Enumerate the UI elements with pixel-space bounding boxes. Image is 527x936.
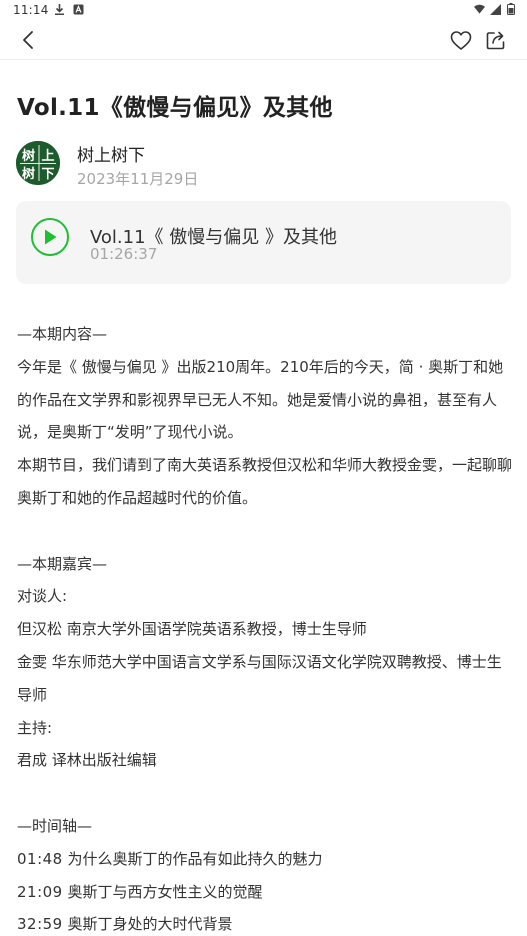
- author-avatar[interactable]: 树 上 树 下: [16, 141, 60, 185]
- heart-icon[interactable]: [450, 30, 472, 52]
- section-heading-contents: —本期内容—: [17, 325, 108, 343]
- svg-text:上: 上: [41, 149, 54, 164]
- svg-text:树: 树: [22, 166, 35, 182]
- wifi-icon: [474, 4, 485, 14]
- publish-date: 2023年11月29日: [77, 170, 199, 188]
- audio-player-card[interactable]: Vol.11《 傲慢与偏见 》及其他 01:26:37: [16, 201, 511, 284]
- battery-icon: [507, 3, 515, 15]
- timeline-timestamp[interactable]: 32:59: [17, 915, 63, 933]
- play-button[interactable]: [31, 218, 69, 256]
- intro-paragraph-2: 本期节目，我们请到了南大英语系教授但汉松和华师大教授金雯，一起聊聊奥斯丁和她的作…: [17, 456, 513, 507]
- timeline-timestamp[interactable]: 01:48: [17, 850, 63, 868]
- timeline-item: 01:48 为什么奥斯丁的作品有如此持久的魅力: [17, 843, 512, 876]
- timeline-item: 21:09 奥斯丁与西方女性主义的觉醒: [17, 876, 512, 909]
- guest-2: 金雯 华东师范大学中国语言文学系与国际汉语文化学院双聘教授、博士生导师: [17, 652, 502, 704]
- guests-label: 对谈人:: [17, 587, 68, 606]
- download-icon: [55, 4, 64, 15]
- a-notification-icon: [73, 4, 84, 15]
- episode-title: Vol.11《傲慢与偏见》及其他: [17, 95, 333, 121]
- intro-paragraph-1: 今年是《 傲慢与偏见 》出版210周年。210年后的今天，简 · 奥斯丁和她的作…: [17, 357, 504, 442]
- timeline-item: 32:59 奥斯丁身处的大时代背景: [17, 908, 512, 936]
- author-name[interactable]: 树上树下: [77, 141, 145, 166]
- back-arrow-icon[interactable]: [18, 29, 40, 51]
- guest-1: 但汉松 南京大学外国语学院英语系教授，博士生导师: [17, 620, 367, 639]
- signal-icon: [490, 4, 501, 15]
- episode-description: —本期内容— 今年是《 傲慢与偏见 》出版210周年。210年后的今天，简 · …: [17, 318, 512, 936]
- top-nav-bar: [0, 22, 527, 60]
- svg-text:下: 下: [41, 167, 54, 182]
- podcast-episode-page: 11:14 Vol.11《傲慢与偏见》及其他 树 上 树 下 树上树下 2023…: [0, 0, 527, 936]
- play-icon: [45, 229, 57, 245]
- share-icon[interactable]: [485, 29, 507, 51]
- timeline-text: 奥斯丁与西方女性主义的觉醒: [67, 882, 263, 901]
- host-label: 主持:: [17, 718, 53, 737]
- section-heading-timeline: —时间轴—: [17, 816, 93, 835]
- svg-text:树: 树: [22, 148, 35, 164]
- player-duration: 01:26:37: [90, 245, 158, 263]
- timeline-timestamp[interactable]: 21:09: [17, 883, 63, 901]
- status-bar: 11:14: [0, 0, 527, 22]
- timeline-text: 为什么奥斯丁的作品有如此持久的魅力: [67, 849, 323, 868]
- status-time: 11:14: [13, 3, 49, 17]
- timeline-text: 奥斯丁身处的大时代背景: [67, 915, 233, 934]
- host: 君成 译林出版社编辑: [17, 751, 157, 770]
- section-heading-guests: —本期嘉宾—: [17, 554, 108, 573]
- avatar-logo: 树 上 树 下: [16, 141, 60, 185]
